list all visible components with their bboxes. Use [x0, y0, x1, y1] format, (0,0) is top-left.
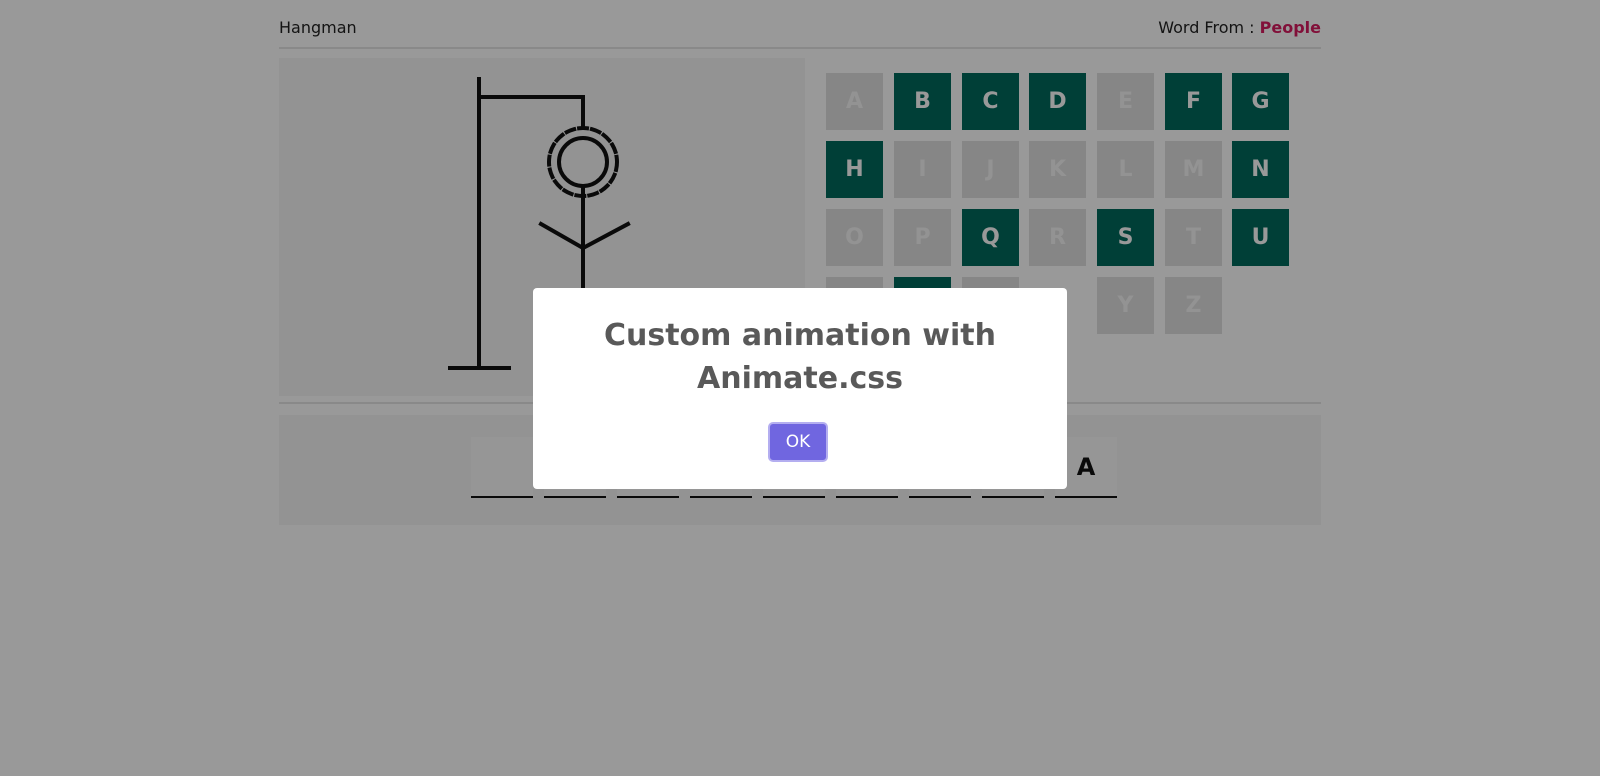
- dialog-title: Custom animation with Animate.css: [603, 318, 996, 396]
- alert-dialog: Custom animation with Animate.css OK: [533, 288, 1067, 489]
- ok-button[interactable]: OK: [768, 422, 828, 462]
